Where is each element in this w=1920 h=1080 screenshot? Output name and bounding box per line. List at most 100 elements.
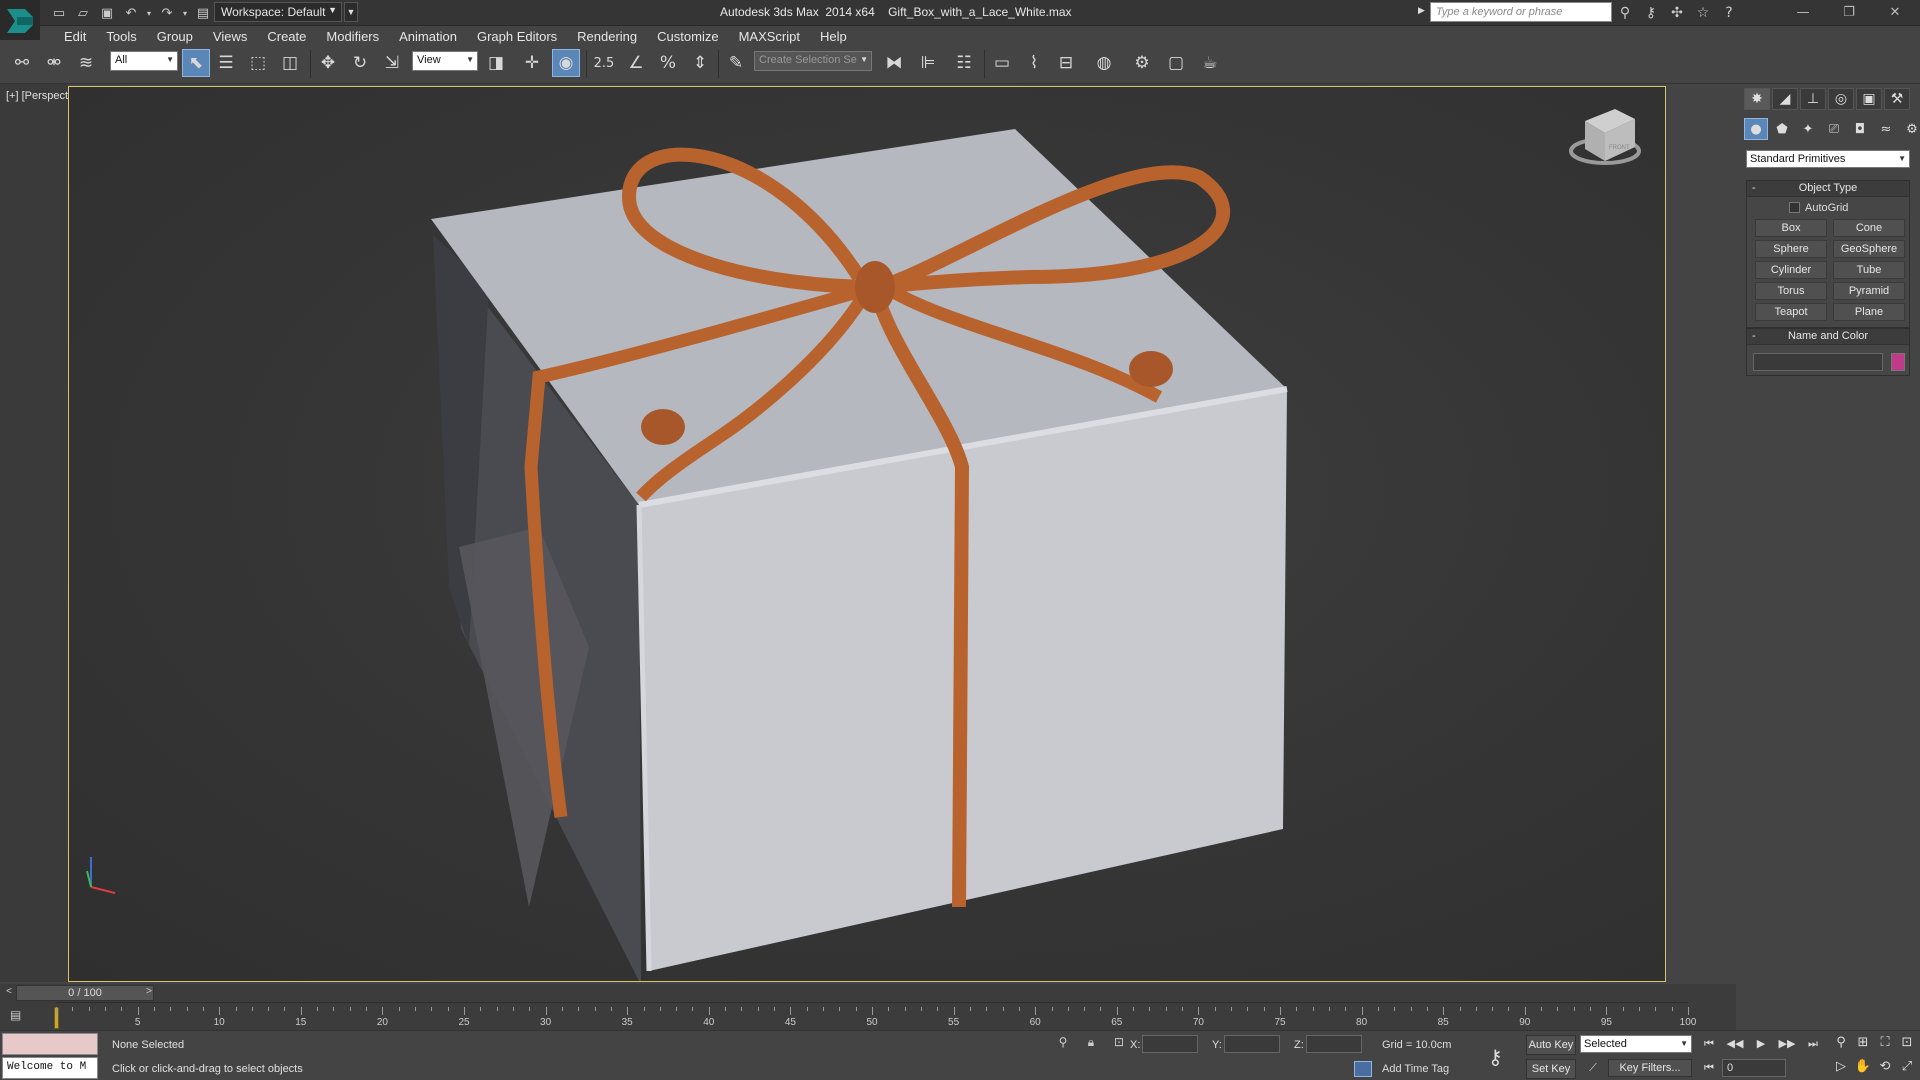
menu-group[interactable]: Group [147,26,203,46]
x-coordinate-field[interactable] [1142,1035,1198,1053]
mirror-icon[interactable]: ⧓ [880,49,908,77]
maximize-viewport-icon[interactable]: ⤢ [1896,1057,1918,1077]
menu-create[interactable]: Create [257,26,316,46]
redo-dropdown-icon[interactable]: ▾ [180,2,190,24]
current-frame-field[interactable]: 0 [1722,1059,1786,1077]
box-button[interactable]: Box [1755,219,1827,237]
go-to-start-icon[interactable]: ⏮ [1698,1035,1720,1053]
display-tab-icon[interactable]: ▣ [1856,88,1882,110]
new-file-icon[interactable]: ▭ [48,2,70,24]
undo-icon[interactable]: ↶ [120,2,142,24]
select-object-icon[interactable]: ⬉ [182,49,210,77]
space-warps-icon[interactable]: ≈ [1874,118,1898,140]
material-editor-icon[interactable]: ◍ [1090,49,1118,77]
lights-icon[interactable]: ✦ [1796,118,1820,140]
name-and-color-rollout-header[interactable]: - Name and Color [1747,329,1909,345]
maxscript-listener-output[interactable] [2,1033,98,1055]
add-time-tag-icon[interactable] [1354,1061,1372,1077]
viewcube[interactable]: FRONT [1569,109,1641,165]
zoom-extents-icon[interactable]: ⛶ [1874,1033,1896,1053]
isolate-selection-icon[interactable]: ⚲ [1054,1035,1072,1053]
next-frame-arrow-icon[interactable]: > [142,986,156,1000]
menu-views[interactable]: Views [203,26,257,46]
utilities-tab-icon[interactable]: ⚒ [1884,88,1910,110]
workspace-menu-arrow-icon[interactable]: ▼ [344,2,358,22]
angle-snap-icon[interactable]: ∠ [622,49,650,77]
menu-graph-editors[interactable]: Graph Editors [467,26,567,46]
auto-key-button[interactable]: Auto Key [1526,1035,1576,1055]
rendered-frame-window-icon[interactable]: ▢ [1162,49,1190,77]
select-and-move-icon[interactable]: ✥ [314,49,342,77]
geosphere-button[interactable]: GeoSphere [1833,240,1905,258]
geometry-icon[interactable]: ● [1744,118,1768,140]
menu-animation[interactable]: Animation [389,26,467,46]
spinner-snap-icon[interactable]: ⇕ [686,49,714,77]
save-icon[interactable]: ▣ [96,2,118,24]
redo-icon[interactable]: ↷ [156,2,178,24]
maxscript-listener-input[interactable]: Welcome to M [2,1057,98,1079]
selection-lock-icon[interactable]: 🔒︎ [1082,1035,1100,1053]
close-icon[interactable]: ✕ [1872,0,1918,24]
snaps-toggle-icon[interactable]: 2.5 [590,49,618,77]
app-menu-button[interactable] [0,0,40,40]
select-and-scale-icon[interactable]: ⇲ [378,49,406,77]
menu-customize[interactable]: Customize [647,26,728,46]
object-type-rollout-header[interactable]: - Object Type [1747,181,1909,197]
previous-frame-arrow-icon[interactable]: < [2,986,16,1000]
zoom-icon[interactable]: ⚲ [1830,1033,1852,1053]
z-coordinate-field[interactable] [1306,1035,1362,1053]
minimize-icon[interactable]: — [1780,0,1826,24]
menu-help[interactable]: Help [810,26,857,46]
use-pivot-center-icon[interactable]: ◨ [482,49,510,77]
help-icon[interactable]: ? [1718,2,1740,24]
create-tab-icon[interactable]: ✸ [1744,88,1770,110]
next-frame-icon[interactable]: ▶▶ [1776,1035,1798,1053]
go-to-end-icon[interactable]: ⏭ [1802,1035,1824,1053]
workspace-dropdown[interactable]: Workspace: Default ▼ [214,2,342,22]
render-production-icon[interactable]: ☕ [1196,49,1224,77]
menu-modifiers[interactable]: Modifiers [316,26,389,46]
edit-named-selection-icon[interactable]: ✎ [722,49,750,77]
menu-rendering[interactable]: Rendering [567,26,647,46]
search-input[interactable]: Type a keyword or phrase [1430,2,1612,22]
search-expand-icon[interactable]: ▶ [1418,5,1425,16]
set-key-icon[interactable]: ⚷ [1488,1045,1516,1069]
menu-edit[interactable]: Edit [54,26,96,46]
rectangular-selection-icon[interactable]: ⬚ [244,49,272,77]
pyramid-button[interactable]: Pyramid [1833,282,1905,300]
menu-maxscript[interactable]: MAXScript [729,26,810,46]
favorites-star-icon[interactable]: ☆ [1692,2,1714,24]
unlink-selection-icon[interactable]: ⚮ [40,49,68,77]
perspective-viewport[interactable]: FRONT [68,86,1666,982]
field-of-view-icon[interactable]: ▷ [1830,1057,1852,1077]
teapot-button[interactable]: Teapot [1755,303,1827,321]
timeline-ruler[interactable]: 5 10 15 20 25 30 35 40 45 50 55 60 65 70 75 80 85 90 95 100 [54,1002,1696,1030]
cylinder-button[interactable]: Cylinder [1755,261,1827,279]
window-crossing-icon[interactable]: ◫ [276,49,304,77]
primitive-type-dropdown[interactable]: Standard Primitives ▼ [1746,150,1910,168]
undo-dropdown-icon[interactable]: ▾ [144,2,154,24]
sphere-button[interactable]: Sphere [1755,240,1827,258]
cone-button[interactable]: Cone [1833,219,1905,237]
plane-button[interactable]: Plane [1833,303,1905,321]
y-coordinate-field[interactable] [1224,1035,1280,1053]
reference-coordinate-dropdown[interactable]: View ▼ [412,51,478,71]
autogrid-checkbox[interactable] [1789,202,1800,213]
binoculars-icon[interactable]: ⚲ [1614,2,1636,24]
select-and-rotate-icon[interactable]: ↻ [346,49,374,77]
key-mode-dropdown[interactable]: Selected ▼ [1580,1035,1692,1053]
torus-button[interactable]: Torus [1755,282,1827,300]
cameras-icon[interactable]: ⎚ [1822,118,1846,140]
align-icon[interactable]: ⊫ [914,49,942,77]
mini-curve-editor-icon[interactable]: ▤ [10,1008,32,1024]
key-filters-button[interactable]: Key Filters... [1608,1059,1692,1077]
play-icon[interactable]: ▶ [1750,1035,1772,1053]
open-file-icon[interactable]: ▱ [72,2,94,24]
motion-tab-icon[interactable]: ◎ [1828,88,1854,110]
render-setup-icon[interactable]: ⚙ [1128,49,1156,77]
time-slider-thumb[interactable]: 0 / 100 [16,985,154,1001]
modify-tab-icon[interactable]: ◢ [1772,88,1798,110]
hierarchy-tab-icon[interactable]: ⊥ [1800,88,1826,110]
restore-icon[interactable]: ❐ [1826,0,1872,24]
search-icon[interactable]: ⚷ [1640,2,1662,24]
